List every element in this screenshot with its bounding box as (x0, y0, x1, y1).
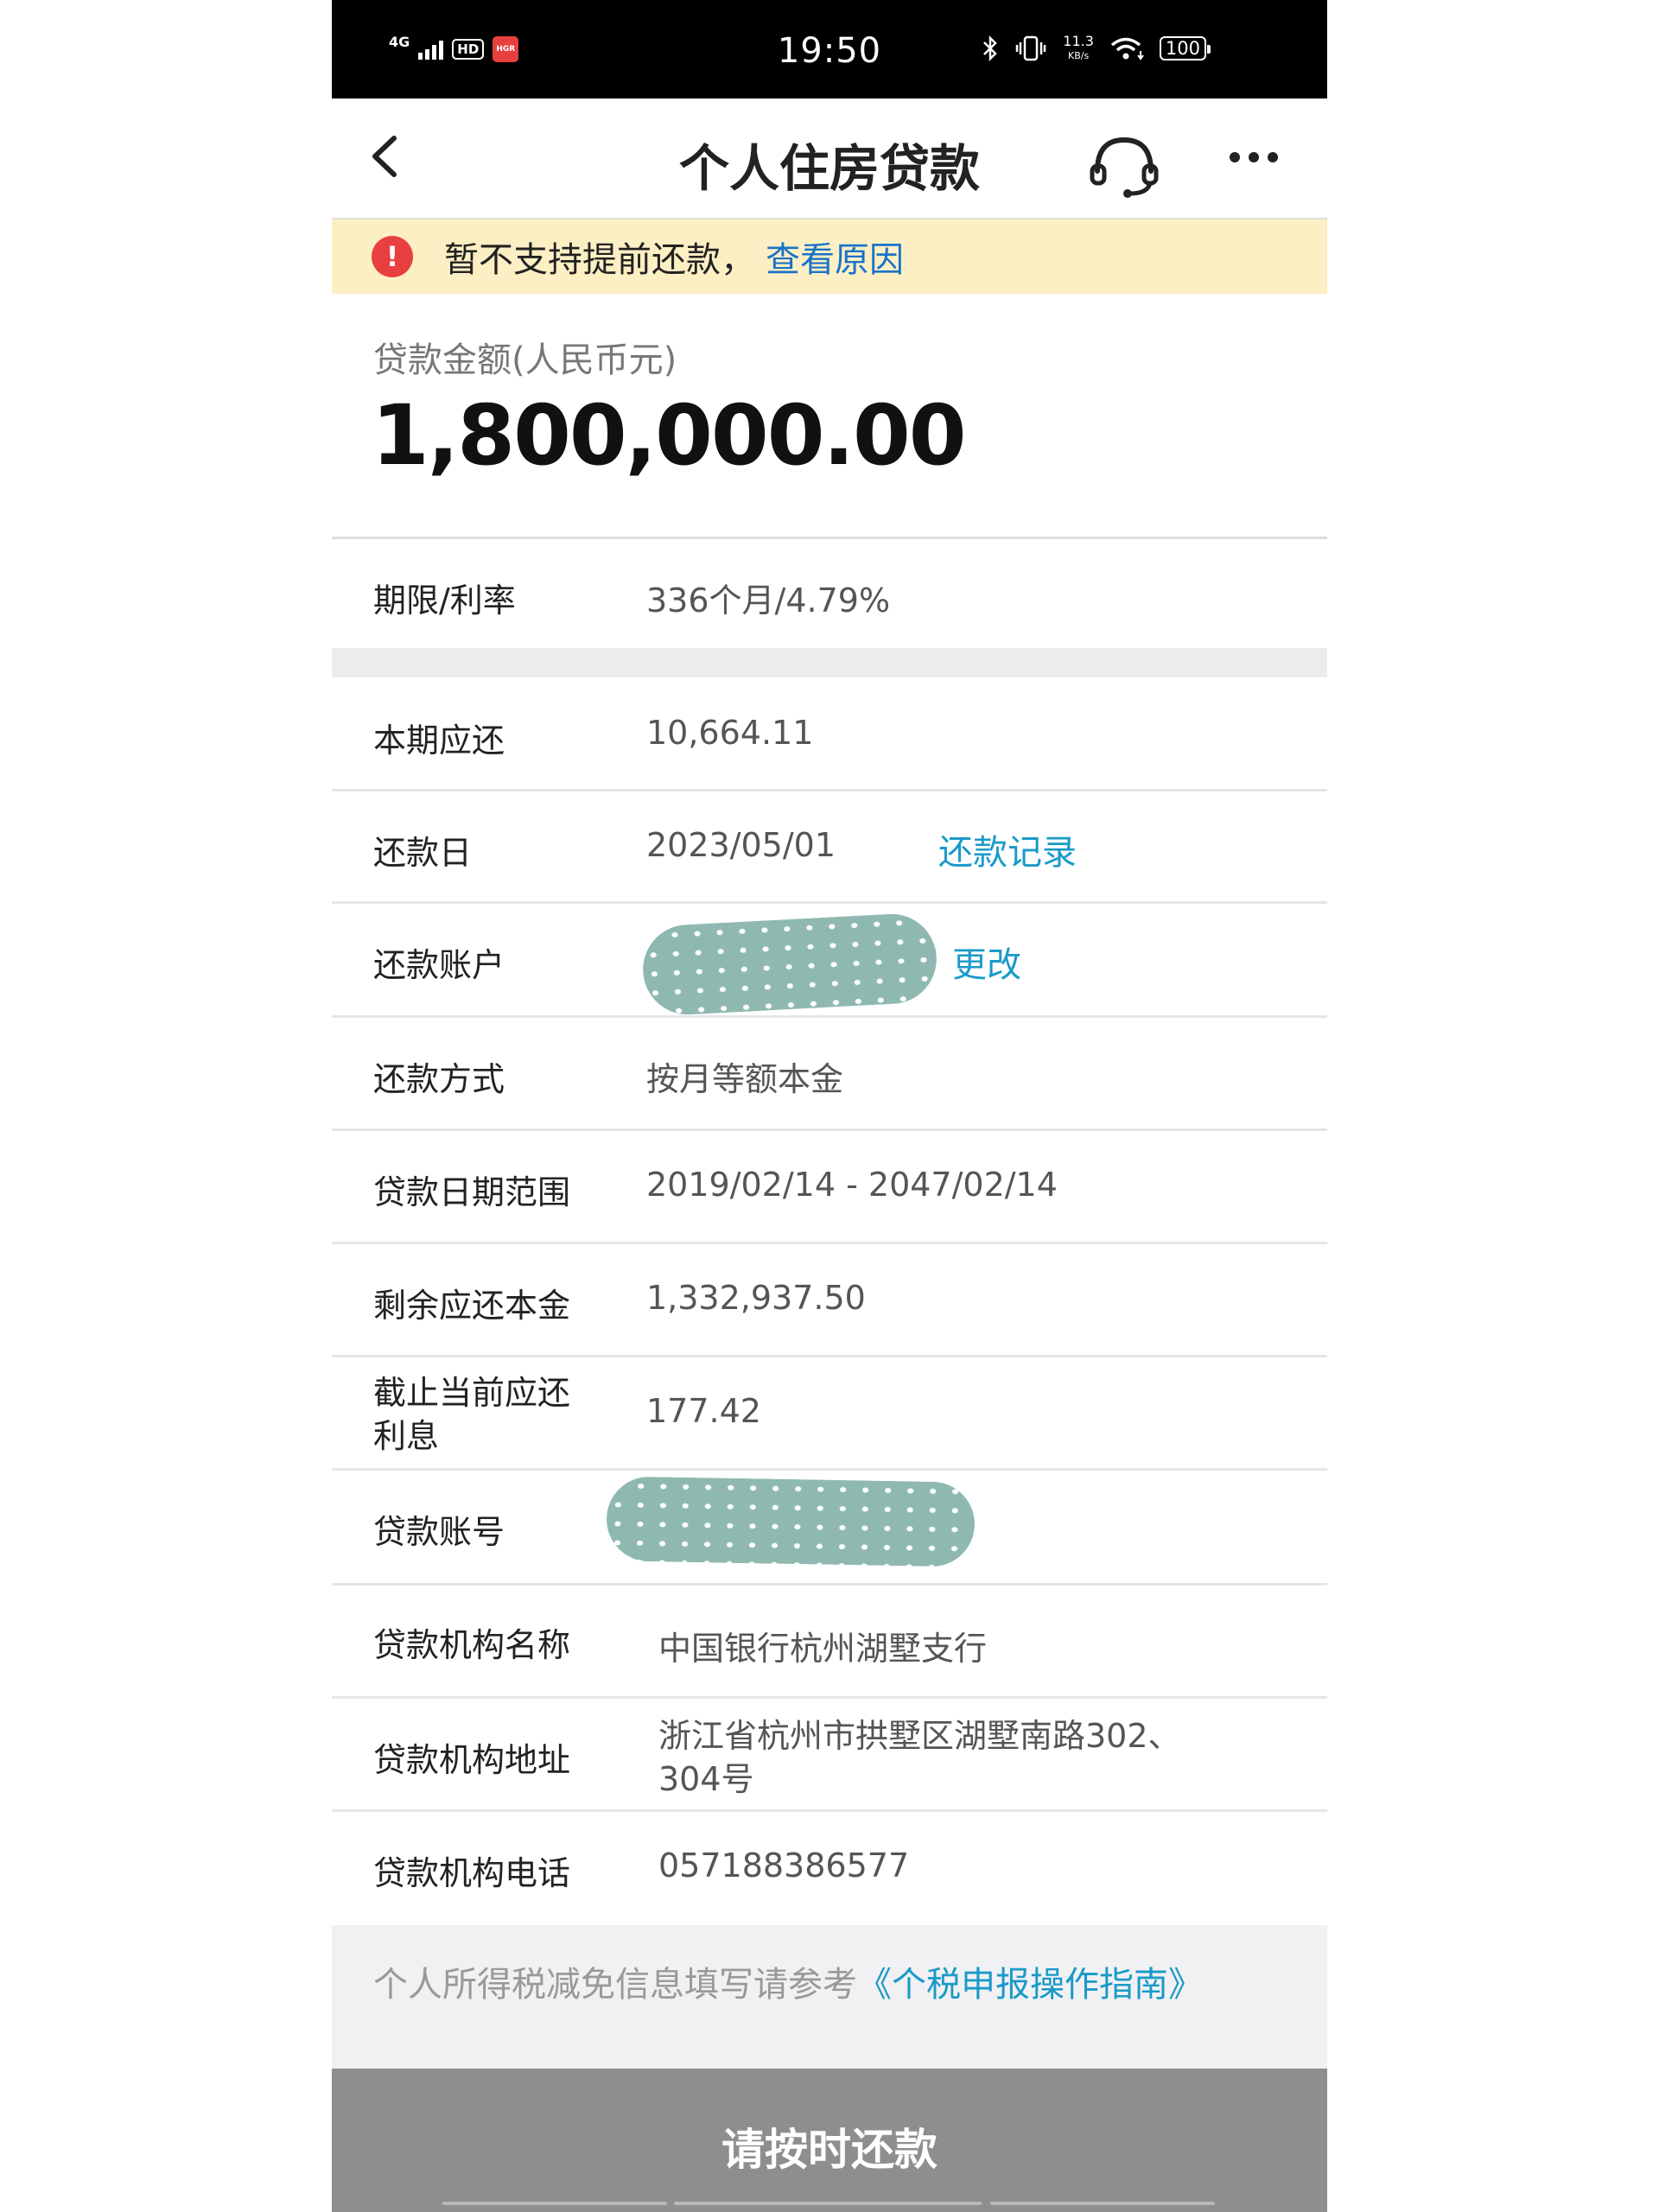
repay-day-label: 还款日 (373, 834, 473, 872)
repay-button-label: 请按时还款 (721, 2125, 938, 2175)
tax-info-text: 个人所得税减免信息填写请参考《个税申报操作指南》 (373, 1956, 1203, 2006)
principal-value: 1,332,937.50 (646, 1279, 866, 1317)
row-date-range: 贷款日期范围 2019/02/14 - 2047/02/14 (332, 1131, 1327, 1242)
date-range-value: 2019/02/14 - 2047/02/14 (646, 1166, 1058, 1204)
row-org-name: 贷款机构名称 中国银行杭州湖墅支行 (332, 1586, 1327, 1696)
notice-text: 暂不支持提前还款， (444, 240, 755, 280)
principal-label: 剩余应还本金 (373, 1287, 571, 1325)
loan-amount-label: 贷款金额(人民币元) (373, 340, 677, 380)
tax-info-section: 个人所得税减免信息填写请参考《个税申报操作指南》 (332, 1925, 1327, 2069)
repay-day-value: 2023/05/01 (646, 826, 836, 864)
account-label: 还款账户 (373, 946, 505, 984)
term-value: 336个月/4.79% (646, 582, 891, 620)
repay-record-link[interactable]: 还款记录 (938, 824, 1077, 874)
row-interest: 截止当前应还 利息 177.42 (332, 1357, 1327, 1468)
org-name-value: 中国银行杭州湖墅支行 (658, 1630, 988, 1668)
more-dots-icon[interactable] (1224, 140, 1284, 175)
interest-label-line1: 截止当前应还 (373, 1374, 571, 1412)
speed-value: 11.3 (1063, 33, 1094, 49)
view-reason-link[interactable]: 查看原因 (766, 232, 904, 282)
org-address-label: 贷款机构地址 (373, 1741, 571, 1779)
redacted-account-mask (640, 912, 939, 1017)
section-gap (332, 648, 1327, 677)
org-phone-value[interactable]: 057188386577 (658, 1847, 909, 1885)
tax-info-label: 个人所得税减免信息填写请参考 (373, 1965, 857, 2005)
headset-icon[interactable] (1087, 131, 1161, 200)
term-label: 期限/利率 (373, 582, 516, 620)
date-range-label: 贷款日期范围 (373, 1173, 571, 1211)
redacted-loan-account-mask (606, 1476, 976, 1567)
alert-icon: ! (372, 236, 413, 277)
notice-banner: ! 暂不支持提前还款， 查看原因 (332, 219, 1327, 294)
bottom-indicator (442, 2202, 667, 2205)
status-bar: 4G HD HGR 19:50 11.3 KB/s 100 (332, 0, 1327, 99)
bottom-indicator (990, 2202, 1215, 2205)
row-term: 期限/利率 336个月/4.79% (332, 539, 1327, 648)
method-label: 还款方式 (373, 1060, 505, 1098)
page-title: 个人住房贷款 (678, 139, 980, 198)
row-org-address: 贷款机构地址 浙江省杭州市拱墅区湖墅南路302、 304号 (332, 1699, 1327, 1809)
loan-account-label: 贷款账号 (373, 1513, 505, 1551)
org-name-label: 贷款机构名称 (373, 1626, 571, 1664)
phone-screen: 4G HD HGR 19:50 11.3 KB/s 100 个人住房贷款 ! 暂… (332, 0, 1327, 2212)
due-label: 本期应还 (373, 721, 505, 760)
bottom-indicator (674, 2202, 982, 2205)
org-address-line1: 浙江省杭州市拱墅区湖墅南路302、 (658, 1717, 1181, 1755)
org-address-line2: 304号 (658, 1760, 754, 1798)
speed-unit: KB/s (1067, 50, 1090, 61)
loan-amount-value: 1,800,000.00 (372, 387, 967, 484)
interest-value: 177.42 (646, 1392, 761, 1430)
row-loan-account: 贷款账号 (332, 1471, 1327, 1583)
wifi-icon (1110, 37, 1144, 60)
repay-on-time-button[interactable]: 请按时还款 (332, 2069, 1327, 2212)
row-account: 还款账户 更改 (332, 904, 1327, 1017)
row-org-phone: 贷款机构电话 057188386577 (332, 1812, 1327, 1923)
nav-bar: 个人住房贷款 (332, 99, 1327, 219)
org-phone-label: 贷款机构电话 (373, 1854, 571, 1892)
row-principal: 剩余应还本金 1,332,937.50 (332, 1244, 1327, 1355)
network-speed: 11.3 KB/s (1063, 35, 1094, 62)
change-account-link[interactable]: 更改 (952, 937, 1021, 987)
method-value: 按月等额本金 (646, 1060, 844, 1098)
vibrate-icon (1016, 35, 1046, 61)
row-repay-day: 还款日 2023/05/01 还款记录 (332, 791, 1327, 902)
interest-label-line2: 利息 (373, 1417, 440, 1455)
due-value: 10,664.11 (646, 714, 814, 752)
row-method: 还款方式 按月等额本金 (332, 1018, 1327, 1128)
battery-indicator: 100 (1159, 36, 1211, 60)
row-due: 本期应还 10,664.11 (332, 677, 1327, 790)
tax-guide-link[interactable]: 《个税申报操作指南》 (857, 1965, 1203, 2005)
status-right: 11.3 KB/s 100 (982, 35, 1211, 62)
bluetooth-icon (983, 35, 998, 62)
